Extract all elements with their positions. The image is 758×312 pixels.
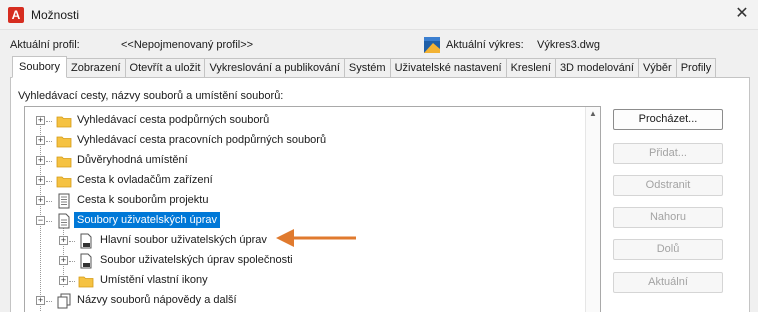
folder-icon xyxy=(56,156,72,168)
tree-connector xyxy=(46,201,52,202)
tree-item[interactable]: + Názvy souborů nápovědy a další xyxy=(25,291,585,311)
cui-file-icon xyxy=(80,253,92,269)
current-profile-value: <<Nepojmenovaný profil>> xyxy=(121,39,254,51)
tree-item[interactable]: + Důvěryhodná umístění xyxy=(25,151,585,171)
tab-3d-modelovani[interactable]: 3D modelování xyxy=(555,58,639,78)
tree-connector xyxy=(46,221,52,222)
document-icon xyxy=(58,213,70,229)
tab-system[interactable]: Systém xyxy=(344,58,391,78)
tree-item-label: Vyhledávací cesta podpůrných souborů xyxy=(77,114,270,126)
annotation-arrow-icon xyxy=(276,229,356,247)
profile-row: Aktuální profil: <<Nepojmenovaný profil>… xyxy=(0,37,758,55)
tree-connector xyxy=(46,141,52,142)
tree-item-label: Důvěryhodná umístění xyxy=(77,154,188,166)
move-up-button[interactable]: Nahoru xyxy=(613,207,723,228)
expand-toggle[interactable]: + xyxy=(59,276,68,285)
tab-vyber[interactable]: Výběr xyxy=(638,58,677,78)
expand-toggle[interactable]: + xyxy=(59,256,68,265)
tree-item-label: Vyhledávací cesta pracovních podpůrných … xyxy=(77,134,327,146)
tree-connector xyxy=(69,281,75,282)
files-icon xyxy=(57,293,71,309)
tab-otevrit-a-ulozit[interactable]: Otevřít a uložit xyxy=(125,58,206,78)
tree-connector xyxy=(46,301,52,302)
tree-item-label: Soubor uživatelských úprav společnosti xyxy=(100,254,293,266)
tree-item-label: Umístění vlastní ikony xyxy=(100,274,208,286)
vertical-scrollbar[interactable]: ▲ xyxy=(585,107,600,312)
current-profile-label: Aktuální profil: xyxy=(10,39,80,51)
expand-toggle[interactable]: + xyxy=(36,176,45,185)
move-down-button[interactable]: Dolů xyxy=(613,239,723,260)
tree-connector xyxy=(46,181,52,182)
search-paths-label: Vyhledávací cesty, názvy souborů a umíst… xyxy=(18,90,284,102)
tree-item-label: Hlavní soubor uživatelských úprav xyxy=(100,234,267,246)
set-current-button[interactable]: Aktuální xyxy=(613,272,723,293)
add-button[interactable]: Přidat... xyxy=(613,143,723,164)
tab-soubory[interactable]: Soubory xyxy=(12,56,67,78)
title-bar: A Možnosti ✕ xyxy=(0,0,758,30)
file-paths-tree[interactable]: + Vyhledávací cesta podpůrných souborů +… xyxy=(24,106,601,312)
folder-icon xyxy=(56,176,72,188)
drawing-icon xyxy=(424,37,440,53)
cui-file-icon xyxy=(80,233,92,249)
expand-toggle[interactable]: + xyxy=(59,236,68,245)
tab-profily[interactable]: Profily xyxy=(676,58,717,78)
expand-toggle[interactable]: + xyxy=(36,116,45,125)
tree-item[interactable]: + Cesta k ovladačům zařízení xyxy=(25,171,585,191)
current-drawing-label: Aktuální výkres: xyxy=(446,39,524,51)
tree-item-label: Názvy souborů nápovědy a další xyxy=(77,294,237,306)
window-title: Možnosti xyxy=(31,8,80,22)
remove-button[interactable]: Odstranit xyxy=(613,175,723,196)
tree-item-label: Cesta k ovladačům zařízení xyxy=(77,174,213,186)
tree-connector xyxy=(69,261,75,262)
tree-item-label: Soubory uživatelských úprav xyxy=(74,212,221,228)
tab-zobrazeni[interactable]: Zobrazení xyxy=(66,58,126,78)
expand-toggle[interactable]: + xyxy=(36,136,45,145)
collapse-toggle[interactable]: − xyxy=(36,216,45,225)
tree-item[interactable]: + Vyhledávací cesta podpůrných souborů xyxy=(25,111,585,131)
tab-uzivatelske-nastaveni[interactable]: Uživatelské nastavení xyxy=(390,58,507,78)
folder-icon xyxy=(56,116,72,128)
project-file-icon xyxy=(58,193,70,209)
expand-toggle[interactable]: + xyxy=(36,296,45,305)
expand-toggle[interactable]: + xyxy=(36,156,45,165)
expand-toggle[interactable]: + xyxy=(36,196,45,205)
tree-item-label: Cesta k souborům projektu xyxy=(77,194,209,206)
folder-icon xyxy=(56,136,72,148)
tree-connector xyxy=(46,121,52,122)
close-button[interactable]: ✕ xyxy=(732,4,752,24)
tab-strip: Soubory Zobrazení Otevřít a uložit Vykre… xyxy=(12,56,717,78)
current-drawing-value: Výkres3.dwg xyxy=(537,39,600,51)
autocad-app-icon: A xyxy=(8,7,24,23)
tree-child-item[interactable]: + Umístění vlastní ikony xyxy=(25,271,585,291)
browse-button[interactable]: Procházet... xyxy=(613,109,723,130)
tree-connector xyxy=(46,161,52,162)
tree-item[interactable]: + Vyhledávací cesta pracovních podpůrnýc… xyxy=(25,131,585,151)
tree-child-item[interactable]: + Soubor uživatelských úprav společnosti xyxy=(25,251,585,271)
tab-vykreslovani[interactable]: Vykreslování a publikování xyxy=(205,58,345,78)
scroll-up-icon[interactable]: ▲ xyxy=(589,109,597,118)
folder-icon xyxy=(78,276,94,288)
tab-kresleni[interactable]: Kreslení xyxy=(506,58,556,78)
tree-item[interactable]: + Cesta k souborům projektu xyxy=(25,191,585,211)
tree-connector xyxy=(69,241,75,242)
